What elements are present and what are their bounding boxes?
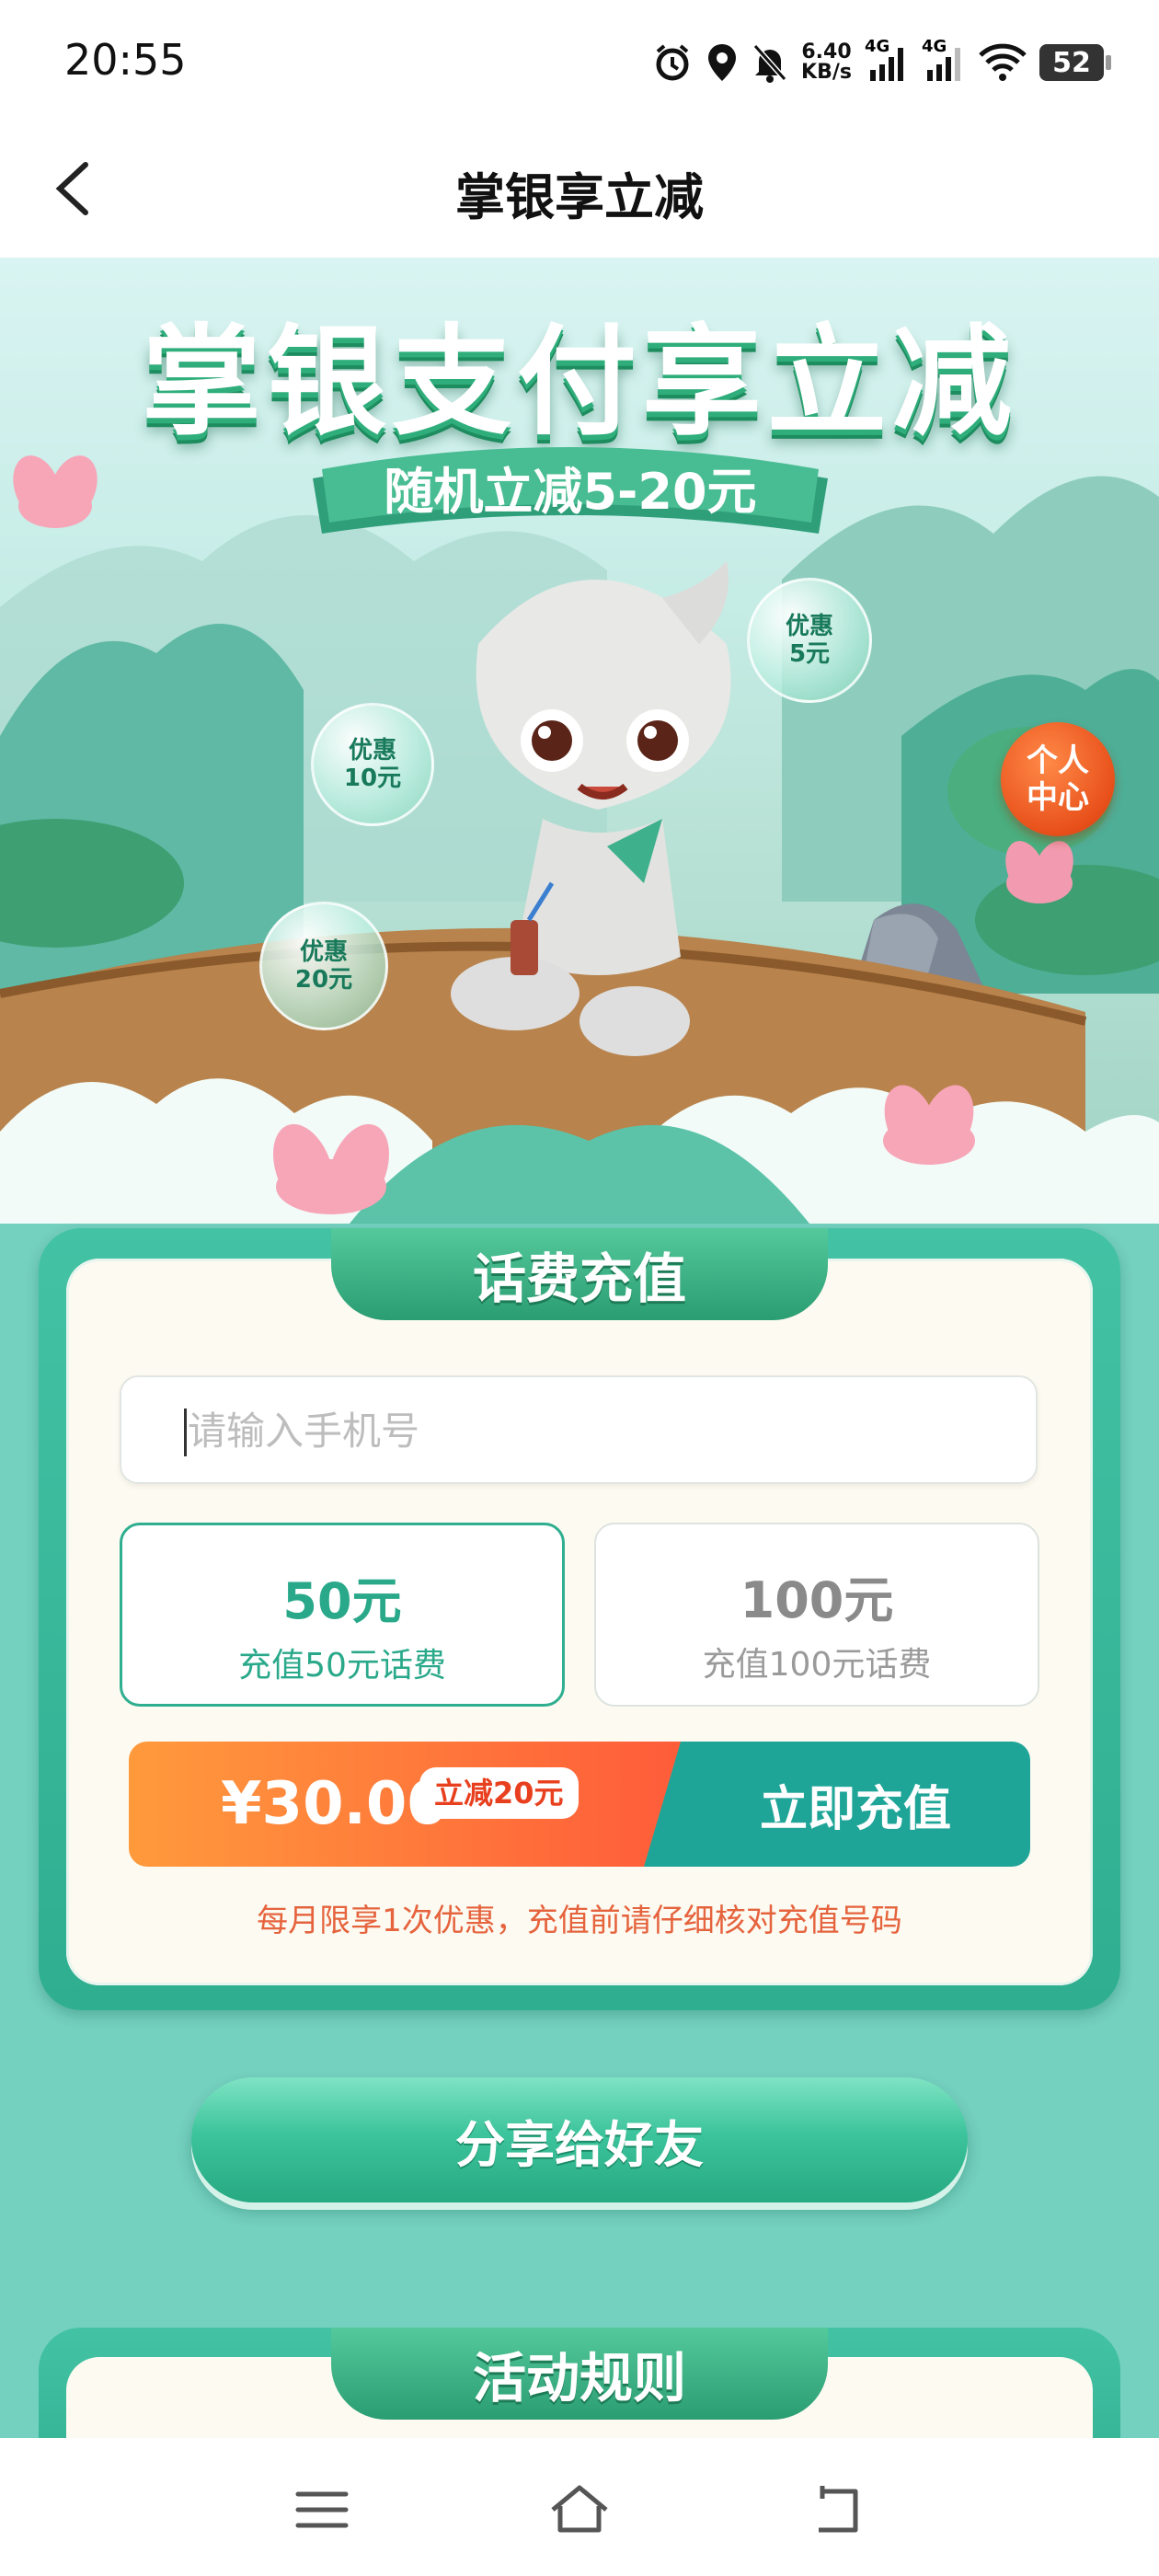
menu-icon	[295, 2491, 349, 2528]
wifi-icon	[979, 42, 1027, 83]
discount-badge: 立减20元	[419, 1767, 579, 1819]
system-nav-bar	[0, 2438, 1159, 2576]
price-amount: ¥30.00	[221, 1770, 448, 1838]
system-back-button[interactable]	[800, 2473, 874, 2547]
net-speed-value: 6.40	[801, 40, 852, 63]
mute-icon	[752, 42, 788, 83]
menu-button[interactable]	[285, 2473, 359, 2547]
share-button[interactable]: 分享给好友	[191, 2077, 968, 2202]
recharge-now-button[interactable]: 立即充值	[644, 1742, 1030, 1867]
net-speed: 6.40 KB/s	[801, 42, 852, 83]
status-time: 20:55	[64, 35, 187, 85]
bubble-label: 优惠	[785, 613, 833, 640]
rules-title: 活动规则	[472, 2347, 686, 2409]
recharge-card-header: 话费充值	[331, 1228, 828, 1320]
bubble-label: 优惠	[348, 737, 396, 765]
limit-notice: 每月限享1次优惠，充值前请仔细核对充值号码	[257, 1903, 902, 1939]
bubble-label: 优惠	[299, 938, 348, 966]
page-title: 掌银享立减	[455, 168, 704, 226]
option-description: 充值50元话费	[238, 1647, 446, 1685]
battery-level: 52	[1052, 46, 1091, 79]
signal-label-1: 4G	[865, 37, 890, 56]
rules-card-header: 活动规则	[331, 2328, 828, 2420]
hero-title: 掌银支付享立减	[141, 312, 1017, 452]
option-100[interactable]: 100元 充值100元话费	[594, 1523, 1039, 1707]
signal-icon: 4G	[922, 37, 966, 83]
bubble-value: 5元	[788, 640, 831, 668]
location-icon	[706, 42, 739, 83]
payment-bar: ¥30.00 立减20元 立即充值	[129, 1742, 1030, 1867]
discount-bubble: 优惠 20元	[259, 902, 388, 1030]
signal-label-2: 4G	[922, 37, 947, 56]
status-icons: 6.40 KB/s 4G 4G 52	[652, 35, 1111, 90]
bubble-value: 10元	[343, 765, 402, 792]
option-description: 充值100元话费	[702, 1646, 932, 1684]
home-icon	[551, 2485, 608, 2533]
share-label: 分享给好友	[455, 2115, 704, 2174]
personal-center-label-1: 个人	[1027, 742, 1089, 779]
status-bar: 20:55 6.40 KB/s 4G 4G 52	[0, 0, 1159, 120]
nav-bar: 掌银享立减	[0, 120, 1159, 258]
option-50[interactable]: 50元 充值50元话费	[120, 1523, 565, 1707]
battery-icon: 52	[1039, 44, 1111, 81]
option-amount: 100元	[740, 1571, 894, 1629]
net-speed-unit: KB/s	[801, 61, 852, 84]
option-amount: 50元	[282, 1572, 402, 1630]
recharge-now-label: 立即充值	[759, 1781, 951, 1837]
personal-center-button[interactable]: 个人 中心	[1001, 722, 1115, 836]
bubble-value: 20元	[294, 966, 353, 994]
phone-number-input[interactable]: 请输入手机号	[120, 1375, 1038, 1484]
discount-bubble: 优惠 5元	[747, 578, 872, 703]
ribbon-text: 随机立减5-20元	[384, 463, 757, 521]
back-icon	[819, 2486, 858, 2533]
price-section: ¥30.00 立减20元	[129, 1742, 681, 1867]
signal-icon: 4G	[865, 37, 909, 83]
discount-bubble: 优惠 10元	[311, 703, 434, 826]
recharge-card-title: 话费充值	[472, 1248, 686, 1310]
alarm-icon	[652, 42, 693, 83]
hero-banner: 掌银支付享立减 随机立减5-20元 优惠 5元 优惠 10元 优惠 20元 个人…	[0, 258, 1159, 1224]
home-button[interactable]	[543, 2473, 616, 2547]
personal-center-label-2: 中心	[1027, 779, 1089, 816]
